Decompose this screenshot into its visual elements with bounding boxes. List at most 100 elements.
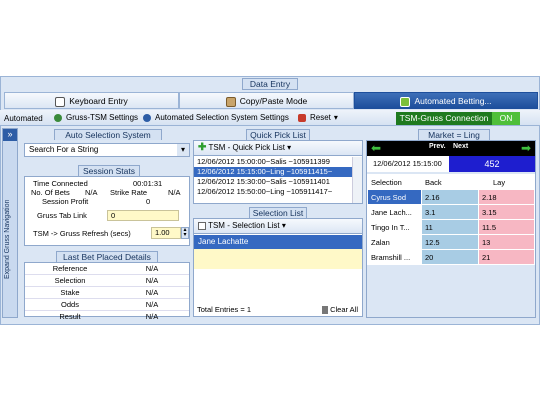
list-item[interactable]: Jane Lachatte bbox=[194, 235, 362, 249]
num-bets-label: No. Of Bets bbox=[31, 188, 70, 197]
row-label: Reference bbox=[25, 263, 115, 275]
market-table: Selection Back Lay Cyrus Sod 2.16 2.18 J… bbox=[367, 174, 535, 265]
strike-rate-label: Strike Rate bbox=[110, 188, 148, 197]
market-nav: ⬅ Prev. Next ➡ bbox=[367, 141, 535, 156]
table-row: Reference N/A bbox=[25, 263, 189, 275]
chevron-down-icon[interactable]: ▾ bbox=[177, 144, 189, 156]
total-entries-value: 1 bbox=[246, 305, 251, 314]
auto-settings-label: Automated Selection System Settings bbox=[155, 113, 289, 122]
right-arrow-icon[interactable]: ➡ bbox=[521, 142, 531, 154]
total-entries: Total Entries = 1 bbox=[197, 305, 251, 314]
session-stats-panel: Time Connected 00:01:31 No. Of Bets N/A Str… bbox=[24, 176, 190, 246]
search-value: Search For a String bbox=[29, 145, 99, 154]
refresh-label: TSM -> Gruss Refresh (secs) bbox=[33, 229, 131, 238]
total-entries-label: Total Entries = bbox=[197, 305, 245, 314]
lay-price[interactable]: 21 bbox=[478, 249, 535, 265]
clear-all-label: Clear All bbox=[330, 304, 358, 314]
tab-label: Automated Betting... bbox=[414, 96, 492, 106]
time-connected-label: Time Connected bbox=[33, 179, 88, 188]
header-back: Back bbox=[421, 174, 479, 190]
list-item[interactable]: 12/06/2012 15:15:00~Ling ~105911415~ bbox=[194, 167, 352, 177]
scrollbar[interactable] bbox=[352, 157, 362, 203]
refresh-input[interactable]: 1.00 bbox=[151, 227, 181, 239]
side-nav[interactable]: » Expand Gruss Navigation bbox=[2, 128, 18, 318]
prev-button[interactable]: Prev. bbox=[429, 143, 446, 150]
row-label: Selection bbox=[25, 274, 115, 287]
back-price[interactable]: 3.1 bbox=[421, 204, 479, 220]
quick-pick-toolbar[interactable]: ✚ TSM - Quick Pick List ▾ bbox=[194, 141, 362, 156]
table-row[interactable]: Cyrus Sod 2.16 2.18 bbox=[367, 189, 535, 205]
tab-automated-betting[interactable]: Automated Betting... bbox=[354, 92, 538, 109]
settings-icon bbox=[143, 113, 151, 122]
gruss-settings-button[interactable]: Gruss-TSM Settings bbox=[54, 113, 138, 122]
back-price[interactable]: 11 bbox=[421, 219, 479, 235]
keyboard-icon bbox=[55, 96, 66, 107]
window-title: Data Entry bbox=[242, 78, 298, 90]
table-header: Selection Back Lay bbox=[367, 174, 535, 190]
table-row: Stake N/A bbox=[25, 286, 189, 299]
quick-pick-list[interactable]: 12/06/2012 15:00:00~Salis ~105911399 12/… bbox=[194, 157, 352, 197]
row-value: N/A bbox=[145, 312, 159, 321]
table-row[interactable]: Bramshill ... 20 21 bbox=[367, 249, 535, 265]
selection-list-box[interactable]: Jane Lachatte bbox=[194, 235, 362, 269]
selection-list-panel: TSM - Selection List ▾ Jane Lachatte Tot… bbox=[193, 218, 363, 317]
market-panel: ⬅ Prev. Next ➡ 12/06/2012 15:15:00 452 S… bbox=[366, 140, 536, 318]
tab-keyboard-entry[interactable]: Keyboard Entry bbox=[4, 92, 179, 109]
header-selection: Selection bbox=[367, 174, 422, 190]
side-nav-label: Expand Gruss Navigation bbox=[4, 199, 11, 279]
robot-icon bbox=[400, 96, 411, 107]
quick-pick-toolbar-label: TSM - Quick Pick List bbox=[208, 143, 285, 152]
left-arrow-icon[interactable]: ⬅ bbox=[371, 142, 381, 154]
row-label: Result bbox=[59, 312, 81, 321]
search-select[interactable]: Search For a String ▾ bbox=[24, 143, 190, 157]
next-button[interactable]: Next bbox=[453, 143, 468, 150]
list-item[interactable]: 12/06/2012 15:50:00~Ling ~105911417~ bbox=[194, 187, 352, 197]
selection-list-toolbar[interactable]: TSM - Selection List ▾ bbox=[194, 219, 362, 234]
reset-icon bbox=[298, 113, 306, 122]
gear-icon bbox=[54, 113, 62, 122]
market-id: 452 bbox=[449, 156, 535, 172]
lay-price[interactable]: 11.5 bbox=[478, 219, 535, 235]
table-row[interactable]: Zalan 12.5 13 bbox=[367, 234, 535, 250]
row-label: Stake bbox=[25, 286, 115, 299]
list-icon bbox=[198, 221, 206, 230]
lay-price[interactable]: 13 bbox=[478, 234, 535, 250]
lay-price[interactable]: 2.18 bbox=[478, 189, 535, 205]
runner-name[interactable]: Bramshill ... bbox=[367, 249, 422, 265]
list-item[interactable]: 12/06/2012 15:00:00~Salis ~105911399 bbox=[194, 157, 352, 167]
table-row: Odds N/A bbox=[25, 298, 189, 311]
row-value: N/A bbox=[115, 263, 189, 275]
time-connected-value: 00:01:31 bbox=[133, 179, 163, 188]
clear-all-button[interactable]: Clear All bbox=[322, 305, 358, 314]
refresh-value: 1.00 bbox=[155, 228, 170, 237]
reset-label: Reset bbox=[310, 113, 331, 122]
gruss-settings-label: Gruss-TSM Settings bbox=[66, 113, 139, 122]
table-row[interactable]: Jane Lach... 3.1 3.15 bbox=[367, 204, 535, 220]
connection-toggle[interactable]: ON bbox=[492, 112, 520, 125]
tab-link-label: Gruss Tab Link bbox=[37, 211, 87, 220]
row-value: N/A bbox=[115, 298, 189, 311]
chevron-down-icon: ▾ bbox=[333, 113, 338, 122]
tab-link-input[interactable]: 0 bbox=[107, 210, 179, 221]
refresh-stepper[interactable]: ▴ ▾ bbox=[181, 227, 189, 239]
selection-list-toolbar-label: TSM - Selection List bbox=[208, 221, 280, 230]
reset-button[interactable]: Reset ▾ bbox=[298, 113, 338, 122]
profit-value: 0 bbox=[146, 197, 151, 206]
runner-name[interactable]: Jane Lach... bbox=[367, 204, 422, 220]
table-row: Result N/A bbox=[25, 311, 189, 323]
list-item[interactable]: 12/06/2012 15:30:00~Salis ~105911401 bbox=[194, 177, 352, 187]
table-row: Selection N/A bbox=[25, 274, 189, 287]
table-row[interactable]: Tingo In T... 11 11.5 bbox=[367, 219, 535, 235]
strike-rate-value: N/A bbox=[168, 188, 181, 197]
back-price[interactable]: 12.5 bbox=[421, 234, 479, 250]
profit-label: Session Profit bbox=[42, 197, 89, 206]
runner-name[interactable]: Tingo In T... bbox=[367, 219, 422, 235]
market-datetime: 12/06/2012 15:15:00 bbox=[367, 156, 449, 172]
back-price[interactable]: 2.16 bbox=[421, 189, 479, 205]
tab-copy-paste[interactable]: Copy/Paste Mode bbox=[179, 92, 354, 109]
back-price[interactable]: 20 bbox=[421, 249, 479, 265]
lay-price[interactable]: 3.15 bbox=[478, 204, 535, 220]
auto-settings-button[interactable]: Automated Selection System Settings bbox=[143, 113, 289, 122]
runner-name[interactable]: Zalan bbox=[367, 234, 422, 250]
runner-name[interactable]: Cyrus Sod bbox=[367, 189, 422, 205]
